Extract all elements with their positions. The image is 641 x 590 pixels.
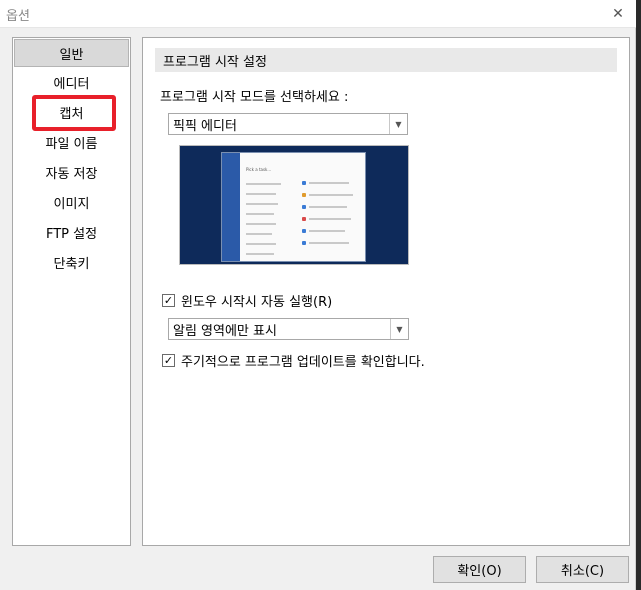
- start-mode-select[interactable]: 픽픽 에디터 ▼: [168, 113, 408, 135]
- sidebar-item-label: FTP 설정: [45, 226, 98, 242]
- preview-sidebar: [222, 153, 240, 261]
- settings-panel: 프로그램 시작 설정 프로그램 시작 모드를 선택하세요 : 픽픽 에디터 ▼ …: [142, 37, 630, 546]
- close-icon[interactable]: ✕: [608, 4, 628, 24]
- sidebar: 일반 에디터 캡처 파일 이름 자동 저장 이미지 FTP 설정 단축키: [12, 37, 131, 546]
- section-title: 프로그램 시작 설정: [163, 54, 267, 70]
- select-value: 알림 영역에만 표시: [173, 323, 277, 339]
- section-header: 프로그램 시작 설정: [155, 48, 617, 72]
- update-label: 주기적으로 프로그램 업데이트를 확인합니다.: [181, 355, 425, 370]
- mode-label: 프로그램 시작 모드를 선택하세요 :: [160, 90, 349, 105]
- sidebar-item-editor[interactable]: 에디터: [14, 67, 129, 97]
- update-checkbox[interactable]: ✓: [162, 354, 175, 367]
- preview-window: Pick a task...: [221, 152, 366, 262]
- sidebar-item-label: 캡처: [59, 106, 84, 122]
- sidebar-item-file-name[interactable]: 파일 이름: [14, 127, 129, 157]
- autostart-checkbox[interactable]: ✓: [162, 294, 175, 307]
- sidebar-item-capture[interactable]: 캡처: [14, 95, 129, 131]
- sidebar-item-ftp[interactable]: FTP 설정: [14, 217, 129, 247]
- notify-mode-select[interactable]: 알림 영역에만 표시 ▼: [168, 318, 409, 340]
- ok-button[interactable]: 확인(O): [433, 556, 526, 583]
- sidebar-item-image[interactable]: 이미지: [14, 187, 129, 217]
- select-value: 픽픽 에디터: [173, 118, 237, 134]
- sidebar-item-general[interactable]: 일반: [14, 39, 129, 67]
- chevron-down-icon[interactable]: ▼: [389, 114, 407, 134]
- sidebar-item-label: 단축키: [53, 256, 90, 272]
- autostart-checkbox-row[interactable]: ✓ 윈도우 시작시 자동 실행(R): [162, 291, 332, 310]
- sidebar-item-shortcuts[interactable]: 단축키: [14, 247, 129, 277]
- sidebar-item-label: 일반: [59, 47, 84, 63]
- sidebar-item-label: 자동 저장: [45, 166, 98, 182]
- sidebar-item-label: 이미지: [53, 196, 90, 212]
- chevron-down-icon[interactable]: ▼: [390, 319, 408, 339]
- autostart-label: 윈도우 시작시 자동 실행(R): [181, 295, 333, 310]
- sidebar-item-auto-save[interactable]: 자동 저장: [14, 157, 129, 187]
- options-dialog: 옵션 ✕ 일반 에디터 캡처 파일 이름 자동 저장 이미지 FTP 설정 단축…: [0, 0, 636, 590]
- preview-title: Pick a task...: [246, 167, 272, 172]
- background-edge: [636, 0, 641, 590]
- mode-preview-image: Pick a task...: [179, 145, 409, 265]
- sidebar-item-label: 파일 이름: [45, 136, 98, 152]
- update-checkbox-row[interactable]: ✓ 주기적으로 프로그램 업데이트를 확인합니다.: [162, 351, 425, 370]
- sidebar-item-label: 에디터: [53, 76, 90, 92]
- window-title: 옵션: [6, 9, 30, 24]
- title-bar: 옵션 ✕: [0, 0, 636, 28]
- cancel-button[interactable]: 취소(C): [536, 556, 629, 583]
